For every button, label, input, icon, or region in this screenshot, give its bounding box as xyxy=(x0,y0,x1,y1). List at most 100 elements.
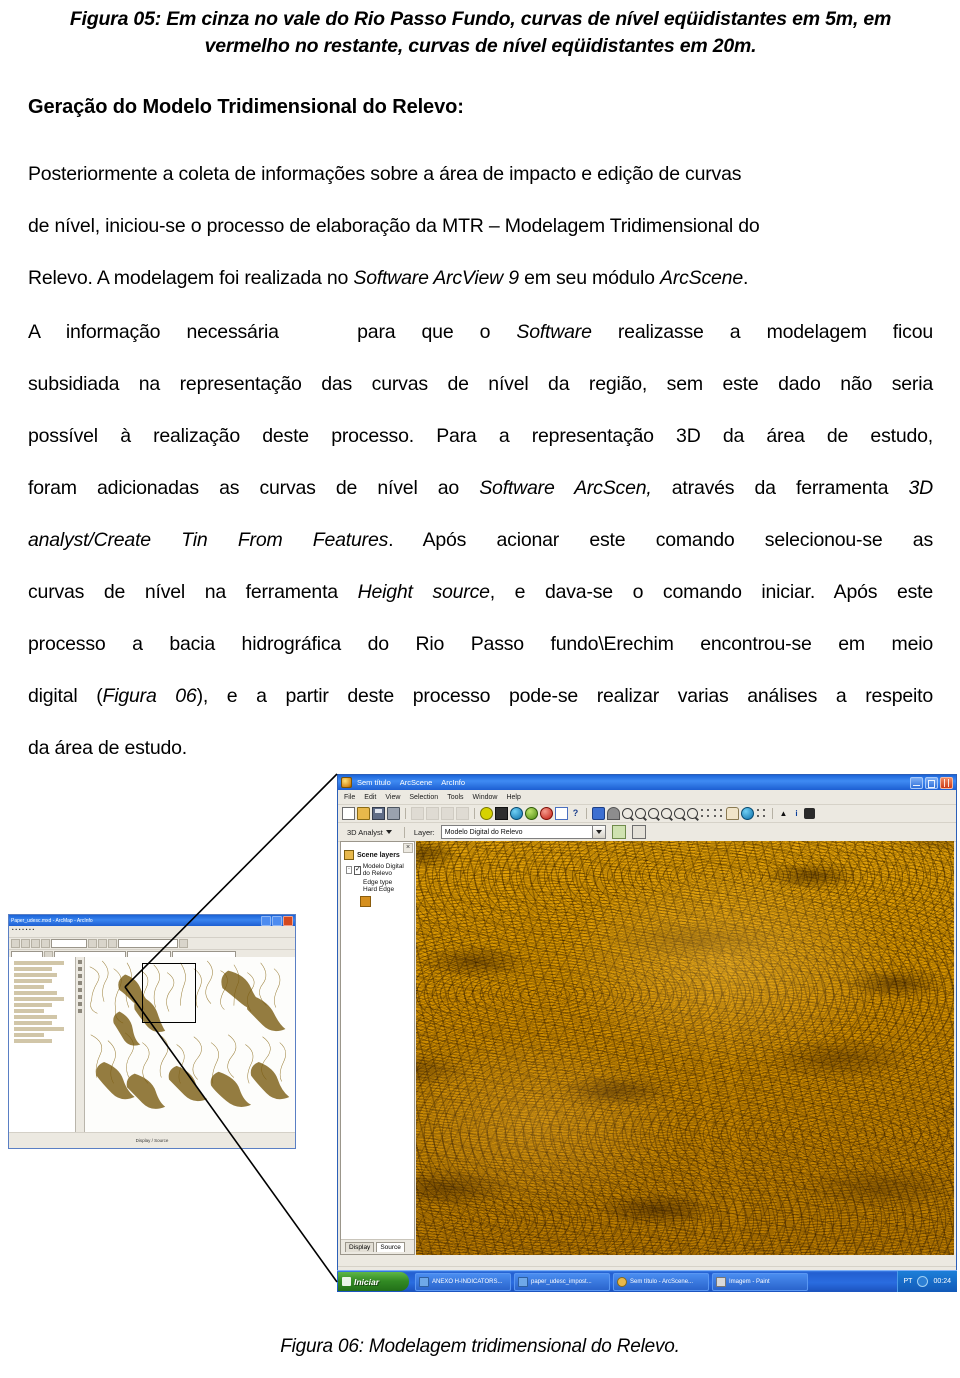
arcmap-layer-combo[interactable] xyxy=(118,939,178,948)
create-tin-icon[interactable] xyxy=(611,825,626,839)
arcmap-close-icon[interactable] xyxy=(283,915,293,926)
zoom-in-icon[interactable] xyxy=(648,808,659,819)
windows-taskbar[interactable]: Iniciar ANEXO H-INDICATORS... paper_udes… xyxy=(337,1270,957,1292)
arcmap-toc-row[interactable] xyxy=(14,979,53,983)
rectangle-icon[interactable] xyxy=(555,807,568,820)
close-icon[interactable] xyxy=(940,776,953,789)
find-icon[interactable] xyxy=(804,808,815,819)
taskbar-item-paper[interactable]: paper_udesc_impost... xyxy=(514,1272,610,1291)
arcmap-tool-icon[interactable] xyxy=(41,939,50,948)
context-help-icon[interactable]: ? xyxy=(570,808,581,819)
arcscene-window[interactable]: Sem título ArcScene ArcInfo File Edit Vi… xyxy=(337,774,957,1282)
arcmap-tool-icon[interactable] xyxy=(98,939,107,948)
tab-source[interactable]: Source xyxy=(376,1242,405,1252)
table-of-contents-panel[interactable]: × Scene layers - Modelo Digital do Relev… xyxy=(340,841,415,1255)
arcmap-draw-toolbar[interactable] xyxy=(76,957,85,1132)
arcmap-tool-icon[interactable] xyxy=(179,939,188,948)
arcmap-toc-row[interactable] xyxy=(14,973,58,977)
arcmap-draw-tool-icon[interactable] xyxy=(78,988,82,992)
arcmap-menu-bar[interactable]: • • • • • • • xyxy=(9,926,295,938)
arcmap-toc-row[interactable] xyxy=(14,1033,44,1037)
language-indicator[interactable]: PT xyxy=(904,1278,913,1285)
start-button[interactable]: Iniciar xyxy=(338,1272,409,1291)
arcmap-draw-tool-icon[interactable] xyxy=(78,981,82,985)
arcmap-tool-icon[interactable] xyxy=(21,939,30,948)
maximize-icon[interactable] xyxy=(925,776,938,789)
expand-collapse-icon[interactable]: - xyxy=(346,866,353,874)
new-document-icon[interactable] xyxy=(342,807,355,820)
arcmap-window[interactable]: Paper_udesc.mxd - ArcMap - ArcInfo • • •… xyxy=(8,914,296,1149)
speaker-icon[interactable] xyxy=(917,1276,929,1287)
zoom-in-out-icon[interactable] xyxy=(622,808,633,819)
scene-properties-icon[interactable] xyxy=(525,807,538,820)
menu-item-help[interactable]: Help xyxy=(506,794,520,801)
menu-item-view[interactable]: View xyxy=(385,794,400,801)
interpolate-icon[interactable] xyxy=(631,825,646,839)
grab-hand-icon[interactable] xyxy=(726,807,739,820)
grid-icon[interactable] xyxy=(495,807,508,820)
menu-item-file[interactable]: File xyxy=(344,794,355,801)
minimize-icon[interactable] xyxy=(910,776,923,789)
open-folder-icon[interactable] xyxy=(357,807,370,820)
menu-item-selection[interactable]: Selection xyxy=(409,794,438,801)
arcscene-menu-bar[interactable]: File Edit View Selection Tools Window He… xyxy=(338,790,956,805)
zoom-target-icon[interactable] xyxy=(687,808,698,819)
arcmap-toc-row[interactable] xyxy=(14,1039,53,1043)
arcmap-tool-icon[interactable] xyxy=(108,939,117,948)
tab-display[interactable]: Display xyxy=(345,1242,375,1252)
menu-item-tools[interactable]: Tools xyxy=(447,794,463,801)
zoom-out-icon[interactable] xyxy=(661,808,672,819)
globe-rotate-icon[interactable] xyxy=(741,807,754,820)
full-extent-icon[interactable] xyxy=(700,808,711,819)
arcmap-maximize-icon[interactable] xyxy=(272,915,282,926)
fly-icon[interactable] xyxy=(607,807,620,820)
chevron-down-icon[interactable] xyxy=(591,826,605,838)
menu-item-window[interactable]: Window xyxy=(473,794,498,801)
arcmap-toc-row[interactable] xyxy=(14,997,64,1001)
arcscene-standard-toolbar[interactable]: ? i xyxy=(338,805,956,823)
arcmap-toc-row[interactable] xyxy=(14,967,53,971)
arcmap-draw-tool-icon[interactable] xyxy=(78,1002,82,1006)
select-features-icon[interactable] xyxy=(756,808,767,819)
layer-combobox[interactable]: Modelo Digital do Relevo xyxy=(440,825,606,839)
menu-item-edit[interactable]: Edit xyxy=(364,794,376,801)
arcscene-window-controls[interactable] xyxy=(910,776,953,789)
layer-symbol-swatch[interactable] xyxy=(360,896,371,907)
arcmap-toc-row[interactable] xyxy=(14,1009,44,1013)
arcmap-toc-row[interactable] xyxy=(14,985,44,989)
select-arrow-icon[interactable] xyxy=(778,808,789,819)
layer-visibility-checkbox[interactable] xyxy=(354,865,361,875)
arcmap-toc-row[interactable] xyxy=(14,1021,53,1025)
toc-close-icon[interactable]: × xyxy=(403,843,413,853)
navigate-icon[interactable] xyxy=(592,807,605,820)
taskbar-item-anexo[interactable]: ANEXO H-INDICATORS... xyxy=(415,1272,511,1291)
arcmap-minimize-icon[interactable] xyxy=(261,915,271,926)
print-icon[interactable] xyxy=(387,807,400,820)
arcmap-toc-row[interactable] xyxy=(14,1015,58,1019)
arcmap-toolbar-1[interactable] xyxy=(9,938,295,950)
taskbar-items[interactable]: ANEXO H-INDICATORS... paper_udesc_impost… xyxy=(415,1272,897,1291)
target-icon[interactable] xyxy=(540,807,553,820)
arcmap-toc-row[interactable] xyxy=(14,1003,53,1007)
arcmap-tool-icon[interactable] xyxy=(88,939,97,948)
arcmap-toc-row[interactable] xyxy=(14,991,58,995)
zoom-center-icon[interactable] xyxy=(674,808,685,819)
clock[interactable]: 00:24 xyxy=(933,1278,951,1285)
arcmap-draw-tool-icon[interactable] xyxy=(78,967,82,971)
arcmap-draw-tool-icon[interactable] xyxy=(78,974,82,978)
arcmap-toc-row[interactable] xyxy=(14,961,64,965)
save-icon[interactable] xyxy=(372,807,385,820)
arcmap-draw-tool-icon[interactable] xyxy=(78,1009,82,1013)
toc-tab-strip[interactable]: Display Source xyxy=(341,1239,414,1254)
arcmap-window-controls[interactable] xyxy=(261,915,293,926)
arcmap-scale-combo[interactable] xyxy=(51,939,87,948)
arcmap-draw-tool-icon[interactable] xyxy=(78,995,82,999)
arcmap-map-canvas[interactable] xyxy=(85,957,295,1132)
globe-icon[interactable] xyxy=(510,807,523,820)
taskbar-item-paint[interactable]: Imagem - Paint xyxy=(712,1272,808,1291)
identify-icon[interactable]: i xyxy=(791,808,802,819)
arcmap-tool-icon[interactable] xyxy=(31,939,40,948)
taskbar-item-arcscene[interactable]: Sem título - ArcScene... xyxy=(613,1272,709,1291)
system-tray[interactable]: PT 00:24 xyxy=(896,1271,957,1292)
arcmap-toc-row[interactable] xyxy=(14,1027,64,1031)
